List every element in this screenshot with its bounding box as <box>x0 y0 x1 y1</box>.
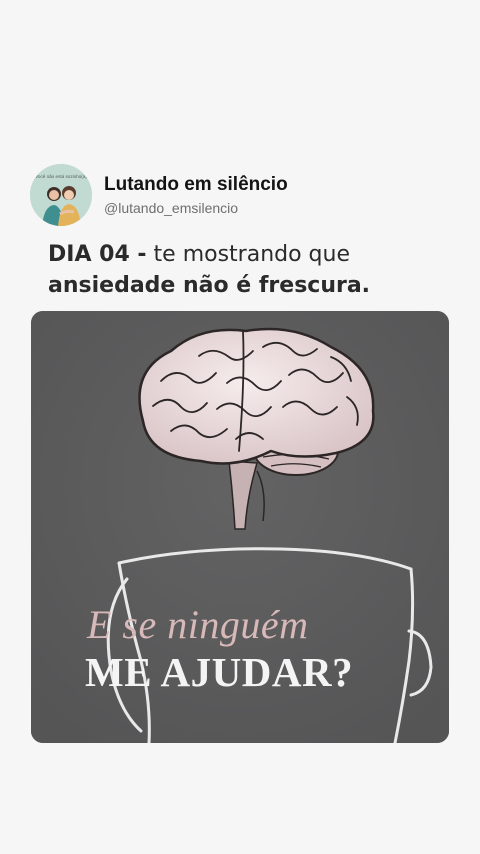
tweet-header: Você não está sozinho(a) Lutando em silê… <box>30 164 288 226</box>
handle[interactable]: @lutando_emsilencio <box>104 198 288 218</box>
profile-names: Lutando em silêncio @lutando_emsilencio <box>104 173 288 218</box>
tweet-text: DIA 04 - te mostrando que ansiedade não … <box>48 239 448 301</box>
overlay-text-line1: E se ninguém <box>87 602 309 647</box>
avatar[interactable]: Você não está sozinho(a) <box>30 164 92 226</box>
tweet-text-bold-prefix: DIA 04 - <box>48 242 147 267</box>
tweet-media[interactable]: E se ninguém ME AJUDAR? <box>31 311 449 743</box>
display-name[interactable]: Lutando em silêncio <box>104 173 288 197</box>
avatar-caption: Você não está sozinho(a) <box>35 174 87 179</box>
overlay-text-line2: ME AJUDAR? <box>85 649 354 695</box>
tweet-text-normal: te mostrando que <box>146 242 351 267</box>
tweet-screenshot: Você não está sozinho(a) Lutando em silê… <box>0 0 480 854</box>
avatar-illustration-icon: Você não está sozinho(a) <box>30 164 92 226</box>
tweet-text-bold-line2: ansiedade não é frescura. <box>48 273 371 298</box>
